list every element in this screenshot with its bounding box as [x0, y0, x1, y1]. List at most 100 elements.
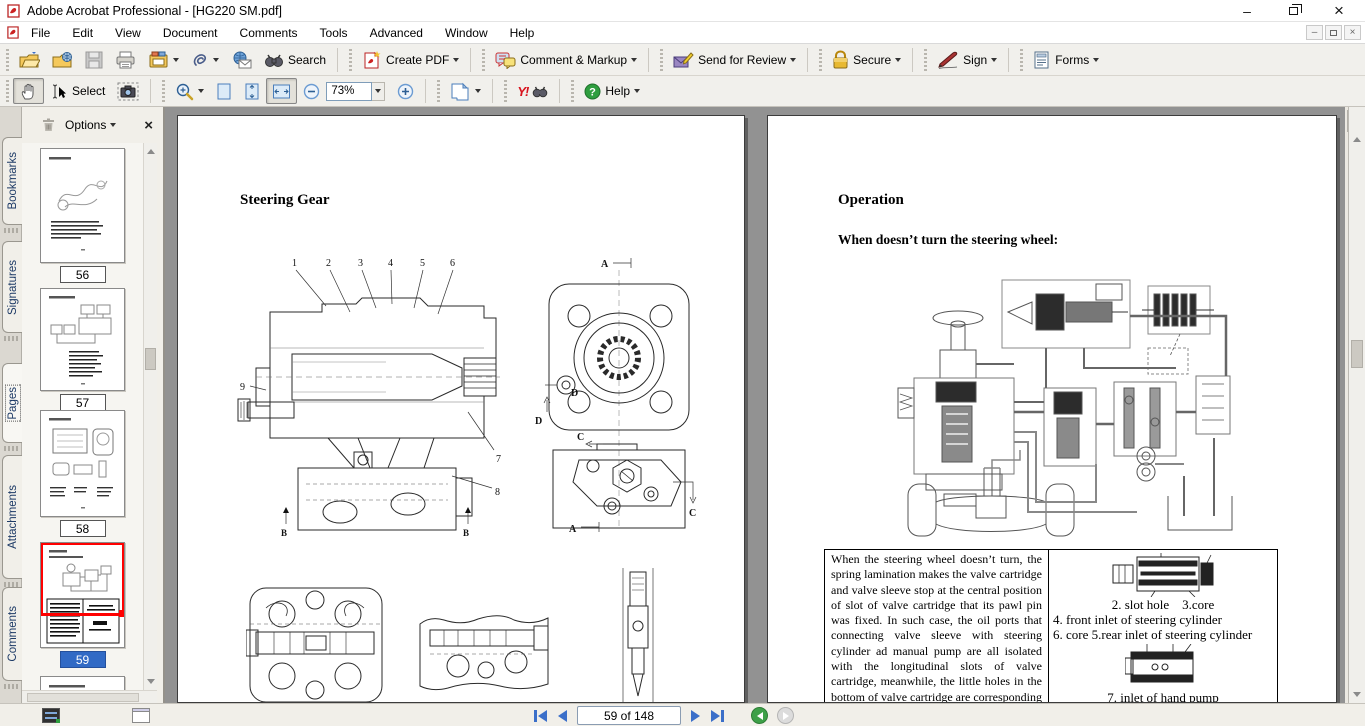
email-button[interactable]: [225, 47, 258, 73]
svg-text:4: 4: [388, 258, 393, 269]
page-layout-button[interactable]: [444, 78, 487, 104]
page-view-rectangle[interactable]: [40, 542, 125, 616]
pages-panel-header: Options ×: [22, 107, 163, 143]
open-button[interactable]: [13, 47, 46, 73]
organizer-button[interactable]: [142, 47, 185, 73]
fit-width-icon: [272, 83, 291, 100]
close-button[interactable]: ×: [1331, 3, 1347, 19]
menu-comments[interactable]: Comments: [229, 24, 309, 42]
toolbar-grip[interactable]: [924, 49, 927, 71]
toolbar-grip[interactable]: [1020, 49, 1023, 71]
next-view-button[interactable]: [777, 707, 794, 724]
snapshot-button[interactable]: [111, 78, 145, 104]
doc-restore-button[interactable]: [1325, 25, 1342, 40]
scrollbar-thumb[interactable]: [145, 348, 156, 370]
open-web-button[interactable]: [46, 47, 79, 73]
toolbar-grip[interactable]: [437, 80, 440, 102]
svg-text:D: D: [535, 416, 542, 427]
thumbnail-page-59-current[interactable]: 59: [40, 542, 125, 668]
fit-width-button[interactable]: [266, 78, 297, 104]
select-tool-button[interactable]: Select: [44, 78, 111, 104]
menu-advanced[interactable]: Advanced: [359, 24, 434, 42]
menu-edit[interactable]: Edit: [61, 24, 104, 42]
zoom-in-button[interactable]: [391, 78, 420, 104]
document-scrollbar-thumb[interactable]: [1351, 340, 1363, 368]
last-page-button[interactable]: [710, 709, 725, 723]
scroll-up-icon: [1353, 137, 1361, 142]
yahoo-search-button[interactable]: Y!: [511, 78, 554, 104]
help-button[interactable]: ? Help: [578, 78, 646, 104]
zoom-tool-button[interactable]: [169, 78, 210, 104]
toolbar-grip[interactable]: [571, 80, 574, 102]
valve-spool-diagram: [621, 568, 655, 703]
tab-signatures[interactable]: Signatures: [2, 241, 22, 333]
thumbnail-page-57[interactable]: 57: [40, 288, 125, 411]
sign-button[interactable]: Sign: [931, 47, 1003, 73]
toolbar-grip[interactable]: [349, 49, 352, 71]
toolbar-grip[interactable]: [162, 80, 165, 102]
toolbar-grip[interactable]: [819, 49, 822, 71]
fullscreen-view-button[interactable]: [42, 708, 60, 723]
print-button[interactable]: [109, 47, 142, 73]
help-icon: ?: [584, 83, 601, 100]
svg-text:A: A: [569, 524, 577, 535]
menu-view[interactable]: View: [104, 24, 152, 42]
restore-button[interactable]: [1285, 3, 1301, 19]
forms-button[interactable]: Forms: [1027, 47, 1105, 73]
previous-page-button[interactable]: [557, 709, 568, 723]
panel-close-button[interactable]: ×: [144, 117, 153, 134]
thumbnail-page-56[interactable]: 56: [40, 148, 125, 283]
window-view-button[interactable]: [132, 708, 150, 723]
create-pdf-button[interactable]: Create PDF: [356, 47, 465, 73]
pages-panel: Options × 56: [22, 107, 165, 703]
previous-view-button[interactable]: [751, 707, 768, 724]
first-page-button[interactable]: [533, 709, 548, 723]
hscrollbar-thumb[interactable]: [27, 693, 139, 702]
zoom-out-button[interactable]: [297, 78, 326, 104]
tab-comments[interactable]: Comments: [2, 587, 22, 681]
search-button[interactable]: Search: [258, 47, 332, 73]
next-page-button[interactable]: [690, 709, 701, 723]
tab-bookmarks[interactable]: Bookmarks: [2, 137, 22, 225]
menu-help[interactable]: Help: [499, 24, 546, 42]
doc-close-button[interactable]: ×: [1344, 25, 1361, 40]
zoom-out-icon: [303, 83, 320, 100]
view-rectangle-handle[interactable]: [119, 610, 125, 617]
trash-icon[interactable]: [42, 118, 55, 132]
organizer-caret-icon: [173, 58, 179, 62]
menu-tools[interactable]: Tools: [309, 24, 359, 42]
toolbar-grip[interactable]: [504, 80, 507, 102]
document-scrollbar[interactable]: [1348, 107, 1365, 703]
secure-button[interactable]: Secure: [826, 47, 907, 73]
toolbar-grip[interactable]: [6, 80, 9, 102]
minimize-button[interactable]: –: [1239, 3, 1255, 19]
attach-button[interactable]: [185, 47, 225, 73]
toolbar-grip[interactable]: [482, 49, 485, 71]
menu-file[interactable]: File: [20, 24, 61, 42]
thumbnail-hscrollbar[interactable]: [22, 690, 157, 703]
menu-document[interactable]: Document: [152, 24, 229, 42]
pdf-page-right: Operation When doesn’t turn the steering…: [767, 115, 1337, 703]
thumbnail-scrollbar[interactable]: [143, 143, 157, 690]
thumbnail-page-60-partial[interactable]: [40, 676, 125, 690]
tab-ridge: [4, 336, 18, 341]
tab-pages[interactable]: Pages: [2, 363, 22, 443]
zoom-level-input[interactable]: [326, 82, 372, 101]
navigation-tab-strip: Bookmarks Signatures Pages Attachments C…: [0, 107, 22, 703]
fit-page-button[interactable]: [238, 78, 266, 104]
zoom-level-dropdown[interactable]: [372, 82, 385, 101]
hand-tool-button[interactable]: [13, 78, 44, 104]
toolbar-grip[interactable]: [6, 49, 9, 71]
save-button[interactable]: [79, 47, 109, 73]
sign-pen-icon: [937, 51, 959, 69]
doc-minimize-button[interactable]: –: [1306, 25, 1323, 40]
toolbar-grip[interactable]: [660, 49, 663, 71]
send-review-button[interactable]: Send for Review: [667, 47, 802, 73]
page-number-input[interactable]: [577, 706, 681, 725]
options-menu-button[interactable]: Options: [65, 118, 116, 132]
actual-size-button[interactable]: [210, 78, 238, 104]
tab-attachments[interactable]: Attachments: [2, 455, 22, 579]
thumbnail-page-58[interactable]: 58: [40, 410, 125, 537]
menu-window[interactable]: Window: [434, 24, 499, 42]
comment-markup-button[interactable]: Comment & Markup: [489, 47, 643, 73]
